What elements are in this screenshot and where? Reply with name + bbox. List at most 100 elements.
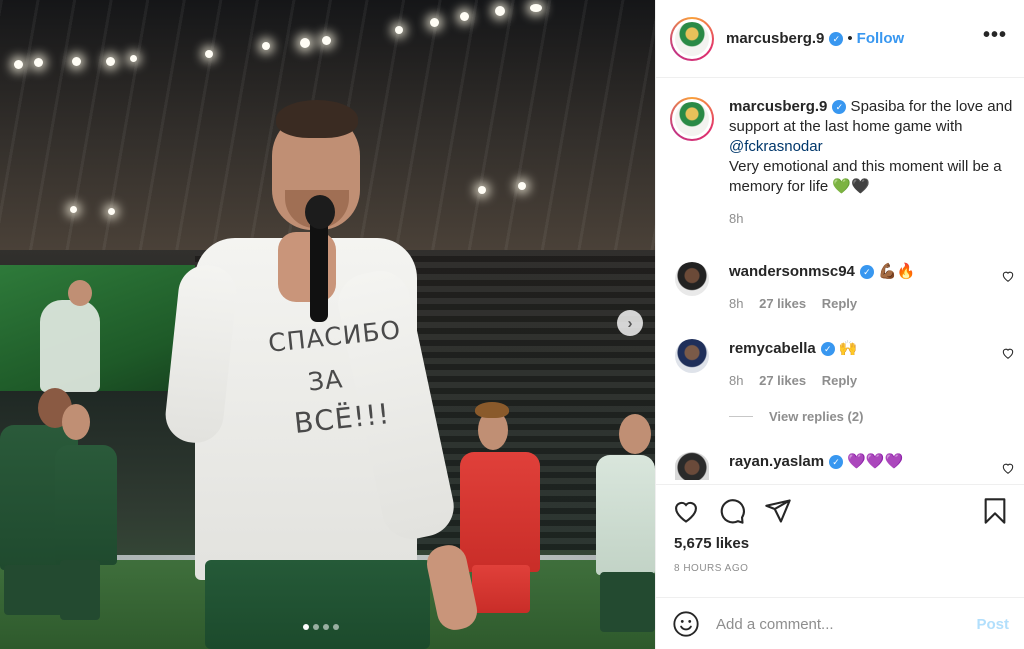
comment-body: rayan.yaslam ✓ 💜💜💜 [729,452,1015,470]
comment-item: wandersonmsc94 ✓ 💪🏾🔥 8h 27 likes Reply [670,262,1015,311]
floodlight [460,12,469,21]
comment-meta: 8h 27 likes Reply [729,373,1015,388]
comment-text: 💪🏾🔥 [878,263,916,280]
main-player-hair [276,100,358,138]
post-header: marcusberg.9 ✓ • Follow ••• [656,0,1024,78]
verified-badge-icon: ✓ [820,342,835,357]
comment-avatar[interactable] [675,262,709,296]
add-comment-bar: Post [656,597,1024,649]
floodlight [262,42,270,50]
more-options-icon[interactable]: ••• [983,24,1007,47]
screen-figure-head [68,280,92,306]
avatar-image [675,102,709,136]
carousel-dot [323,624,329,630]
floodlight [530,4,542,12]
post-timestamp[interactable]: 8 HOURS AGO [674,563,748,574]
comment-reply-button[interactable]: Reply [822,296,857,311]
author-avatar[interactable] [670,16,714,61]
floodlight [106,57,115,66]
floodlight [70,206,77,213]
player-hair [475,402,509,418]
comment-username[interactable]: wandersonmsc94 [729,263,855,280]
verified-badge-icon: ✓ [859,265,874,280]
comment-username[interactable]: remycabella [729,340,816,357]
post-actions: 5,675 likes 8 HOURS AGO Post [656,484,1024,649]
view-replies-button[interactable]: View replies (2) [729,409,863,424]
floodlight [518,182,526,190]
main-player-shorts [205,560,430,649]
verified-badge-icon: ✓ [829,455,844,470]
screen-figure [40,300,100,392]
avatar-inner [672,18,712,59]
likes-count[interactable]: 5,675 likes [674,535,749,552]
caption-avatar[interactable] [670,97,714,141]
comment-likes[interactable]: 27 likes [759,296,806,311]
player-head [619,414,651,454]
floodlight [205,50,213,58]
comment-avatar[interactable] [675,452,709,480]
floodlight [72,57,81,66]
like-heart-icon[interactable] [672,497,700,525]
player-shorts [4,565,64,615]
comment-item: rayan.yaslam ✓ 💜💜💜 [670,452,1015,480]
floodlight [395,26,403,34]
floodlight [430,18,439,27]
caption-emoji: 💚🖤 [832,178,870,195]
verified-badge-icon: ✓ [829,31,844,46]
floodlight [478,186,486,194]
player-green-2 [55,445,117,565]
post-comment-button[interactable]: Post [976,616,1009,633]
verified-badge-icon: ✓ [832,100,847,115]
comment-meta: 8h 27 likes Reply [729,296,1015,311]
caption-text: marcusberg.9 ✓ Spasiba for the love and s… [729,97,1015,229]
player-mint [596,455,655,575]
author-username[interactable]: marcusberg.9 [726,30,824,47]
comment-like-heart-icon[interactable] [1001,461,1015,475]
floodlight [14,60,23,69]
avatar-image [675,21,709,56]
header-separator: • [847,30,853,47]
post-side-panel: marcusberg.9 ✓ • Follow ••• marcusberg.9… [655,0,1024,649]
floodlight [34,58,43,67]
post-caption: marcusberg.9 ✓ Spasiba for the love and s… [670,97,1015,229]
floodlight [108,208,115,215]
comment-time[interactable]: 8h [729,296,743,311]
carousel-dot-active [303,624,309,630]
action-icons [672,497,792,525]
floodlight [495,6,505,16]
comment-likes[interactable]: 27 likes [759,373,806,388]
carousel-dot [313,624,319,630]
player-red-shorts [472,565,530,613]
add-comment-input[interactable] [716,615,977,633]
post-photo[interactable]: СПАСИБО ЗА ВСЁ!!! › [0,0,655,649]
caption-time[interactable]: 8h [729,209,1015,229]
floodlight [322,36,331,45]
carousel-dots [303,624,339,630]
caption-mention-link[interactable]: @fckrasnodar [729,138,823,155]
comment-body: remycabella ✓ 🙌 8h 27 likes Reply [729,339,1015,388]
player-shorts [60,560,100,620]
caption-username[interactable]: marcusberg.9 [729,98,827,115]
share-paper-plane-icon[interactable] [764,497,792,525]
player-head [62,404,90,440]
comment-bubble-icon[interactable] [718,497,746,525]
comment-body: wandersonmsc94 ✓ 💪🏾🔥 8h 27 likes Reply [729,262,1015,311]
avatar-inner [672,99,712,139]
floodlight [130,55,137,62]
player-red [460,452,540,572]
next-photo-button[interactable]: › [617,310,643,336]
comment-like-heart-icon[interactable] [1001,269,1015,283]
comment-like-heart-icon[interactable] [1001,346,1015,360]
save-bookmark-icon[interactable] [981,497,1009,525]
view-replies-label: View replies (2) [769,409,864,424]
comment-text: 🙌 [838,340,858,357]
comment-username[interactable]: rayan.yaslam [729,453,824,470]
carousel-dot [333,624,339,630]
comment-avatar[interactable] [675,339,709,373]
shirt-text-line2: ЗА [306,364,345,397]
emoji-smile-icon[interactable] [672,610,700,638]
comment-reply-button[interactable]: Reply [822,373,857,388]
follow-button[interactable]: Follow [857,30,905,47]
comment-text: 💜💜💜 [847,453,904,470]
comment-time[interactable]: 8h [729,373,743,388]
